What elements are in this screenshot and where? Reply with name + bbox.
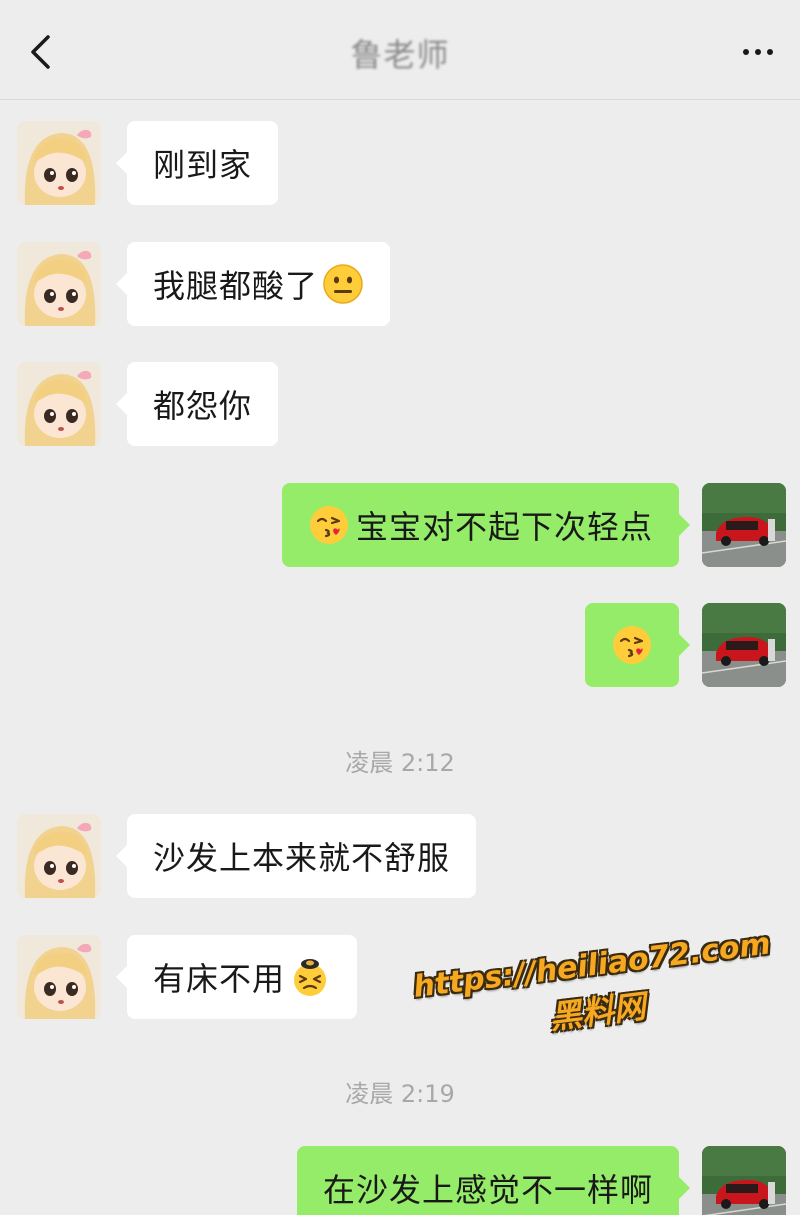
contact-avatar[interactable]: [17, 242, 101, 326]
message-text: 沙发上本来就不舒服: [153, 839, 451, 877]
watermark-name: 黑料网: [547, 987, 648, 1037]
message-text: 我腿都酸了: [153, 267, 319, 305]
incoming-message-bubble[interactable]: 刚到家: [115, 121, 279, 205]
chat-screen: 鲁老师 刚到家 我腿都酸了 都怨你 宝宝对不起下次轻点 凌晨 2:12 沙发上本…: [0, 0, 800, 1215]
outgoing-message-bubble[interactable]: 宝宝对不起下次轻点: [281, 483, 691, 567]
user-avatar[interactable]: [702, 483, 786, 567]
outgoing-message-bubble[interactable]: [585, 603, 690, 687]
message-text: 都怨你: [153, 387, 253, 425]
user-avatar[interactable]: [702, 603, 786, 687]
more-dot: [755, 49, 761, 55]
anime-girl-avatar-icon: [17, 362, 101, 446]
watermark-url: https://heiliao72.com: [411, 926, 773, 1005]
frustrated-face-emoji-icon: [294, 959, 327, 996]
contact-avatar[interactable]: [17, 362, 101, 446]
incoming-message-bubble[interactable]: 都怨你: [115, 362, 279, 446]
chat-header: 鲁老师: [0, 0, 800, 100]
anime-girl-avatar-icon: [17, 242, 101, 326]
message-text: 有床不用: [153, 960, 286, 998]
chat-title: 鲁老师: [350, 36, 450, 74]
contact-avatar[interactable]: [17, 814, 101, 898]
more-options-button[interactable]: [734, 30, 782, 74]
incoming-message-bubble[interactable]: 有床不用: [115, 935, 358, 1019]
neutral-face-emoji-icon: [323, 264, 363, 304]
more-dot: [767, 49, 773, 55]
anime-girl-avatar-icon: [17, 935, 101, 1019]
outgoing-message-bubble[interactable]: 在沙发上感觉不一样啊: [296, 1146, 691, 1215]
kissing-face-emoji-icon: [613, 626, 651, 664]
more-horizontal-icon: [743, 49, 749, 55]
anime-girl-avatar-icon: [17, 814, 101, 898]
timestamp: 凌晨 2:19: [345, 1080, 455, 1108]
contact-avatar[interactable]: [17, 121, 101, 205]
kissing-face-emoji-icon: [309, 506, 348, 544]
timestamp: 凌晨 2:12: [345, 749, 455, 777]
red-car-avatar-icon: [702, 483, 786, 567]
incoming-message-bubble[interactable]: 沙发上本来就不舒服: [115, 814, 477, 898]
watermark-overlay: https://heiliao72.com 黑料网: [401, 925, 789, 1056]
user-avatar[interactable]: [702, 1146, 786, 1215]
red-car-avatar-icon: [702, 603, 786, 687]
message-text: 宝宝对不起下次轻点: [355, 508, 653, 546]
incoming-message-bubble[interactable]: 我腿都酸了: [115, 242, 391, 326]
red-car-avatar-icon: [702, 1146, 786, 1215]
anime-girl-avatar-icon: [17, 121, 101, 205]
message-text: 刚到家: [153, 146, 253, 184]
contact-avatar[interactable]: [17, 935, 101, 1019]
message-text: 在沙发上感觉不一样啊: [322, 1171, 653, 1209]
